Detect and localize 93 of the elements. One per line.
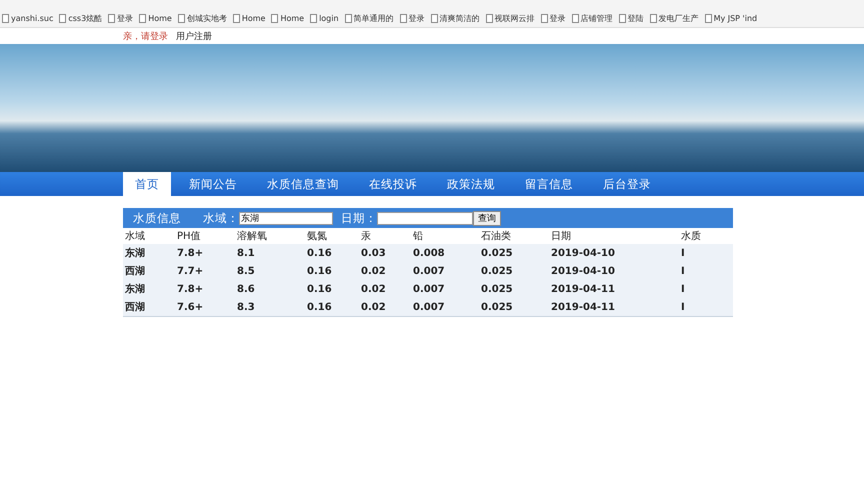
bookmark-link[interactable]: 视联网云排 [486, 13, 535, 24]
column-header: 水域 [123, 228, 175, 244]
water-field[interactable]: 东湖 [239, 212, 333, 224]
table-cell: 0.02 [359, 280, 411, 298]
column-header: 铅 [411, 228, 479, 244]
nav-tab[interactable]: 首页 [123, 172, 171, 196]
table-cell: 0.02 [359, 298, 411, 316]
table-cell: 0.007 [411, 280, 479, 298]
table-cell: 0.008 [411, 244, 479, 262]
column-header: 石油类 [479, 228, 549, 244]
column-header: 汞 [359, 228, 411, 244]
bookmark-link[interactable]: 清爽简洁的 [430, 13, 480, 24]
page-icon [704, 14, 712, 23]
page-icon [139, 14, 146, 23]
page-icon [310, 14, 318, 23]
table-cell: I [679, 280, 733, 298]
bookmark-link[interactable]: css3炫酷 [59, 13, 102, 24]
table-cell: 0.16 [305, 262, 359, 280]
page-icon [232, 14, 240, 23]
date-field[interactable] [377, 212, 473, 224]
column-header: 水质 [679, 228, 733, 244]
table-cell: I [679, 262, 733, 280]
table-cell: 东湖 [123, 244, 175, 262]
bookmark-link[interactable]: login [310, 14, 339, 23]
bookmark-link[interactable]: 创城实地考 [178, 13, 227, 24]
query-button[interactable]: 查询 [473, 210, 501, 226]
page-icon [486, 14, 493, 23]
table-cell: 0.16 [305, 244, 359, 262]
table-cell: 0.16 [305, 280, 359, 298]
bookmark-link[interactable]: 登录 [540, 13, 566, 24]
panel-title: 水质信息 [133, 210, 181, 226]
nav-tab[interactable]: 政策法规 [435, 172, 507, 196]
bookmark-link[interactable]: Home [232, 14, 266, 23]
table-cell: 西湖 [123, 298, 175, 316]
table-cell: 0.025 [479, 262, 549, 280]
table-cell: 7.8+ [175, 244, 235, 262]
nav-tab[interactable]: 新闻公告 [177, 172, 249, 196]
table-cell: 8.1 [235, 244, 305, 262]
table-cell: 7.6+ [175, 298, 235, 316]
table-cell: I [679, 298, 733, 316]
table-cell: 0.03 [359, 244, 411, 262]
top-link[interactable]: 亲，请登录 [123, 30, 168, 42]
bookmark-link[interactable]: yanshi.suc [2, 14, 54, 23]
bookmark-link[interactable]: 登录 [108, 13, 134, 24]
nav-tab[interactable]: 水质信息查询 [255, 172, 351, 196]
table-cell: 0.025 [479, 298, 549, 316]
table-cell: 8.6 [235, 280, 305, 298]
nav-tab[interactable]: 后台登录 [591, 172, 663, 196]
table-cell: 0.16 [305, 298, 359, 316]
table-cell: 西湖 [123, 262, 175, 280]
field-label: 日期： [341, 210, 377, 226]
page-icon [178, 14, 185, 23]
bookmark-link[interactable]: My JSP 'ind [704, 14, 758, 23]
page-icon [271, 14, 278, 23]
nav-tab[interactable]: 留言信息 [513, 172, 585, 196]
table-cell: 0.007 [411, 298, 479, 316]
bookmark-link[interactable]: Home [139, 14, 172, 23]
table-cell: 2019-04-10 [549, 244, 679, 262]
top-link[interactable]: 用户注册 [176, 30, 212, 42]
column-header: 溶解氧 [235, 228, 305, 244]
table-cell: 0.025 [479, 244, 549, 262]
bookmark-link[interactable]: 发电厂生产 [650, 13, 699, 24]
page-icon [430, 14, 438, 23]
page-icon [618, 14, 626, 23]
table-cell: 东湖 [123, 280, 175, 298]
table-cell: 0.025 [479, 280, 549, 298]
bookmark-link[interactable]: 店铺管理 [572, 13, 613, 24]
bookmark-link[interactable]: 登录 [400, 13, 425, 24]
page-icon [400, 14, 407, 23]
table-cell: 0.007 [411, 262, 479, 280]
table-cell: 7.7+ [175, 262, 235, 280]
table-cell: 2019-04-10 [549, 262, 679, 280]
table-cell: 0.02 [359, 262, 411, 280]
table-cell: 2019-04-11 [549, 280, 679, 298]
column-header: 氨氮 [305, 228, 359, 244]
bookmark-link[interactable]: 登陆 [618, 13, 644, 24]
bookmark-link[interactable]: Home [271, 14, 304, 23]
page-icon [540, 14, 548, 23]
bookmark-link[interactable]: 简单通用的 [344, 13, 394, 24]
page-icon [650, 14, 657, 23]
page-icon [59, 14, 66, 23]
table-cell: 8.3 [235, 298, 305, 316]
table-cell: I [679, 244, 733, 262]
page-icon [572, 14, 579, 23]
page-icon [108, 14, 116, 23]
field-label: 水域： [203, 210, 239, 226]
table-cell: 7.8+ [175, 280, 235, 298]
table-cell: 8.5 [235, 262, 305, 280]
column-header: 日期 [549, 228, 679, 244]
table-cell: 2019-04-11 [549, 298, 679, 316]
column-header: PH值 [175, 228, 235, 244]
page-icon [344, 14, 352, 23]
nav-tab[interactable]: 在线投诉 [357, 172, 429, 196]
